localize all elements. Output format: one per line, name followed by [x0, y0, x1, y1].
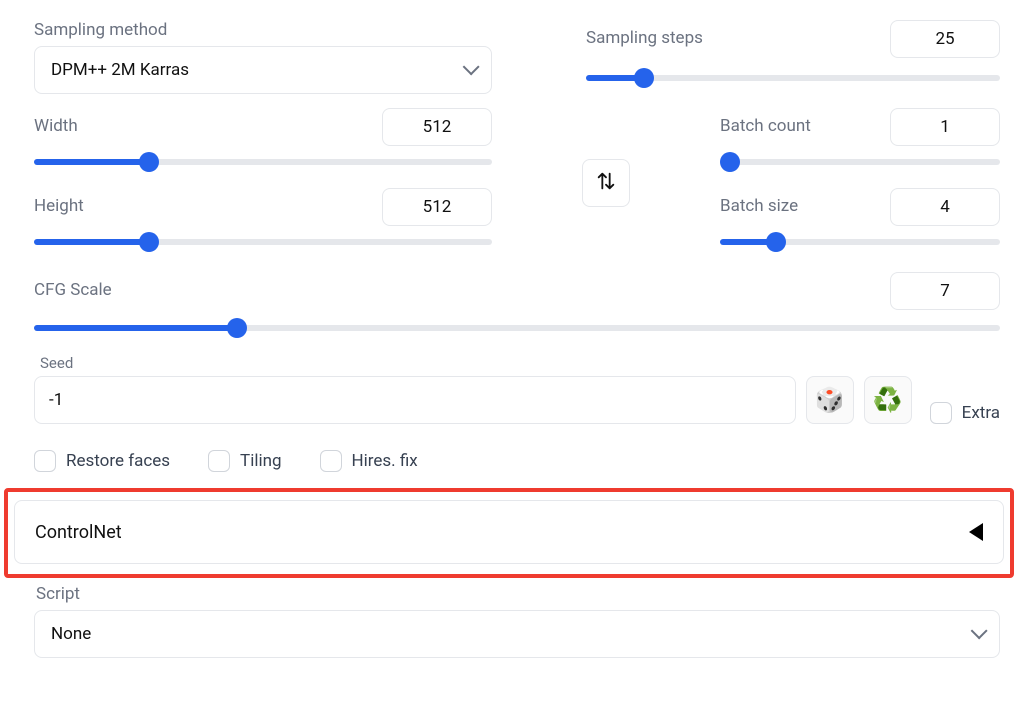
height-slider[interactable]	[34, 232, 492, 252]
controlnet-label: ControlNet	[35, 522, 122, 543]
width-slider[interactable]	[34, 152, 492, 172]
sampling-method-label: Sampling method	[34, 20, 492, 40]
swap-arrows-icon	[595, 170, 617, 197]
hires-fix-label: Hires. fix	[352, 451, 418, 471]
tiling-label: Tiling	[240, 451, 281, 471]
cfg-scale-slider[interactable]	[34, 318, 1000, 338]
chevron-down-icon	[463, 60, 475, 80]
height-label: Height	[34, 196, 84, 216]
height-value[interactable]: 512	[382, 188, 492, 226]
script-label: Script	[36, 584, 1000, 604]
restore-faces-checkbox[interactable]	[34, 450, 56, 472]
collapse-arrow-icon	[969, 523, 983, 541]
seed-reuse-button[interactable]: ♻️	[864, 376, 912, 424]
script-value: None	[51, 624, 91, 644]
batch-size-label: Batch size	[720, 196, 798, 216]
cfg-scale-value[interactable]: 7	[890, 272, 1000, 310]
width-value[interactable]: 512	[382, 108, 492, 146]
seed-label: Seed	[40, 354, 796, 372]
script-select[interactable]: None	[34, 610, 1000, 658]
sampling-method-value: DPM++ 2M Karras	[51, 60, 189, 80]
tiling-checkbox[interactable]	[208, 450, 230, 472]
sampling-steps-slider[interactable]	[586, 68, 1000, 88]
sampling-steps-label: Sampling steps	[586, 28, 703, 48]
hires-fix-checkbox[interactable]	[320, 450, 342, 472]
seed-random-button[interactable]: 🎲	[806, 376, 854, 424]
batch-count-slider[interactable]	[720, 152, 1000, 172]
batch-count-value[interactable]: 1	[890, 108, 1000, 146]
cfg-scale-label: CFG Scale	[34, 280, 112, 300]
controlnet-accordion[interactable]: ControlNet	[14, 500, 1004, 564]
batch-size-value[interactable]: 4	[890, 188, 1000, 226]
dice-icon: 🎲	[815, 386, 845, 414]
sampling-method-select[interactable]: DPM++ 2M Karras	[34, 46, 492, 94]
recycle-icon: ♻️	[873, 386, 903, 414]
seed-extra-checkbox[interactable]	[930, 402, 952, 424]
width-label: Width	[34, 116, 78, 136]
sampling-steps-value[interactable]: 25	[890, 20, 1000, 58]
swap-dimensions-button[interactable]	[582, 159, 630, 207]
batch-count-label: Batch count	[720, 116, 811, 136]
restore-faces-label: Restore faces	[66, 451, 170, 471]
controlnet-highlight-box: ControlNet	[4, 488, 1014, 578]
chevron-down-icon	[971, 624, 983, 644]
batch-size-slider[interactable]	[720, 232, 1000, 252]
seed-input[interactable]: -1	[34, 376, 796, 424]
seed-extra-label: Extra	[962, 403, 1000, 423]
